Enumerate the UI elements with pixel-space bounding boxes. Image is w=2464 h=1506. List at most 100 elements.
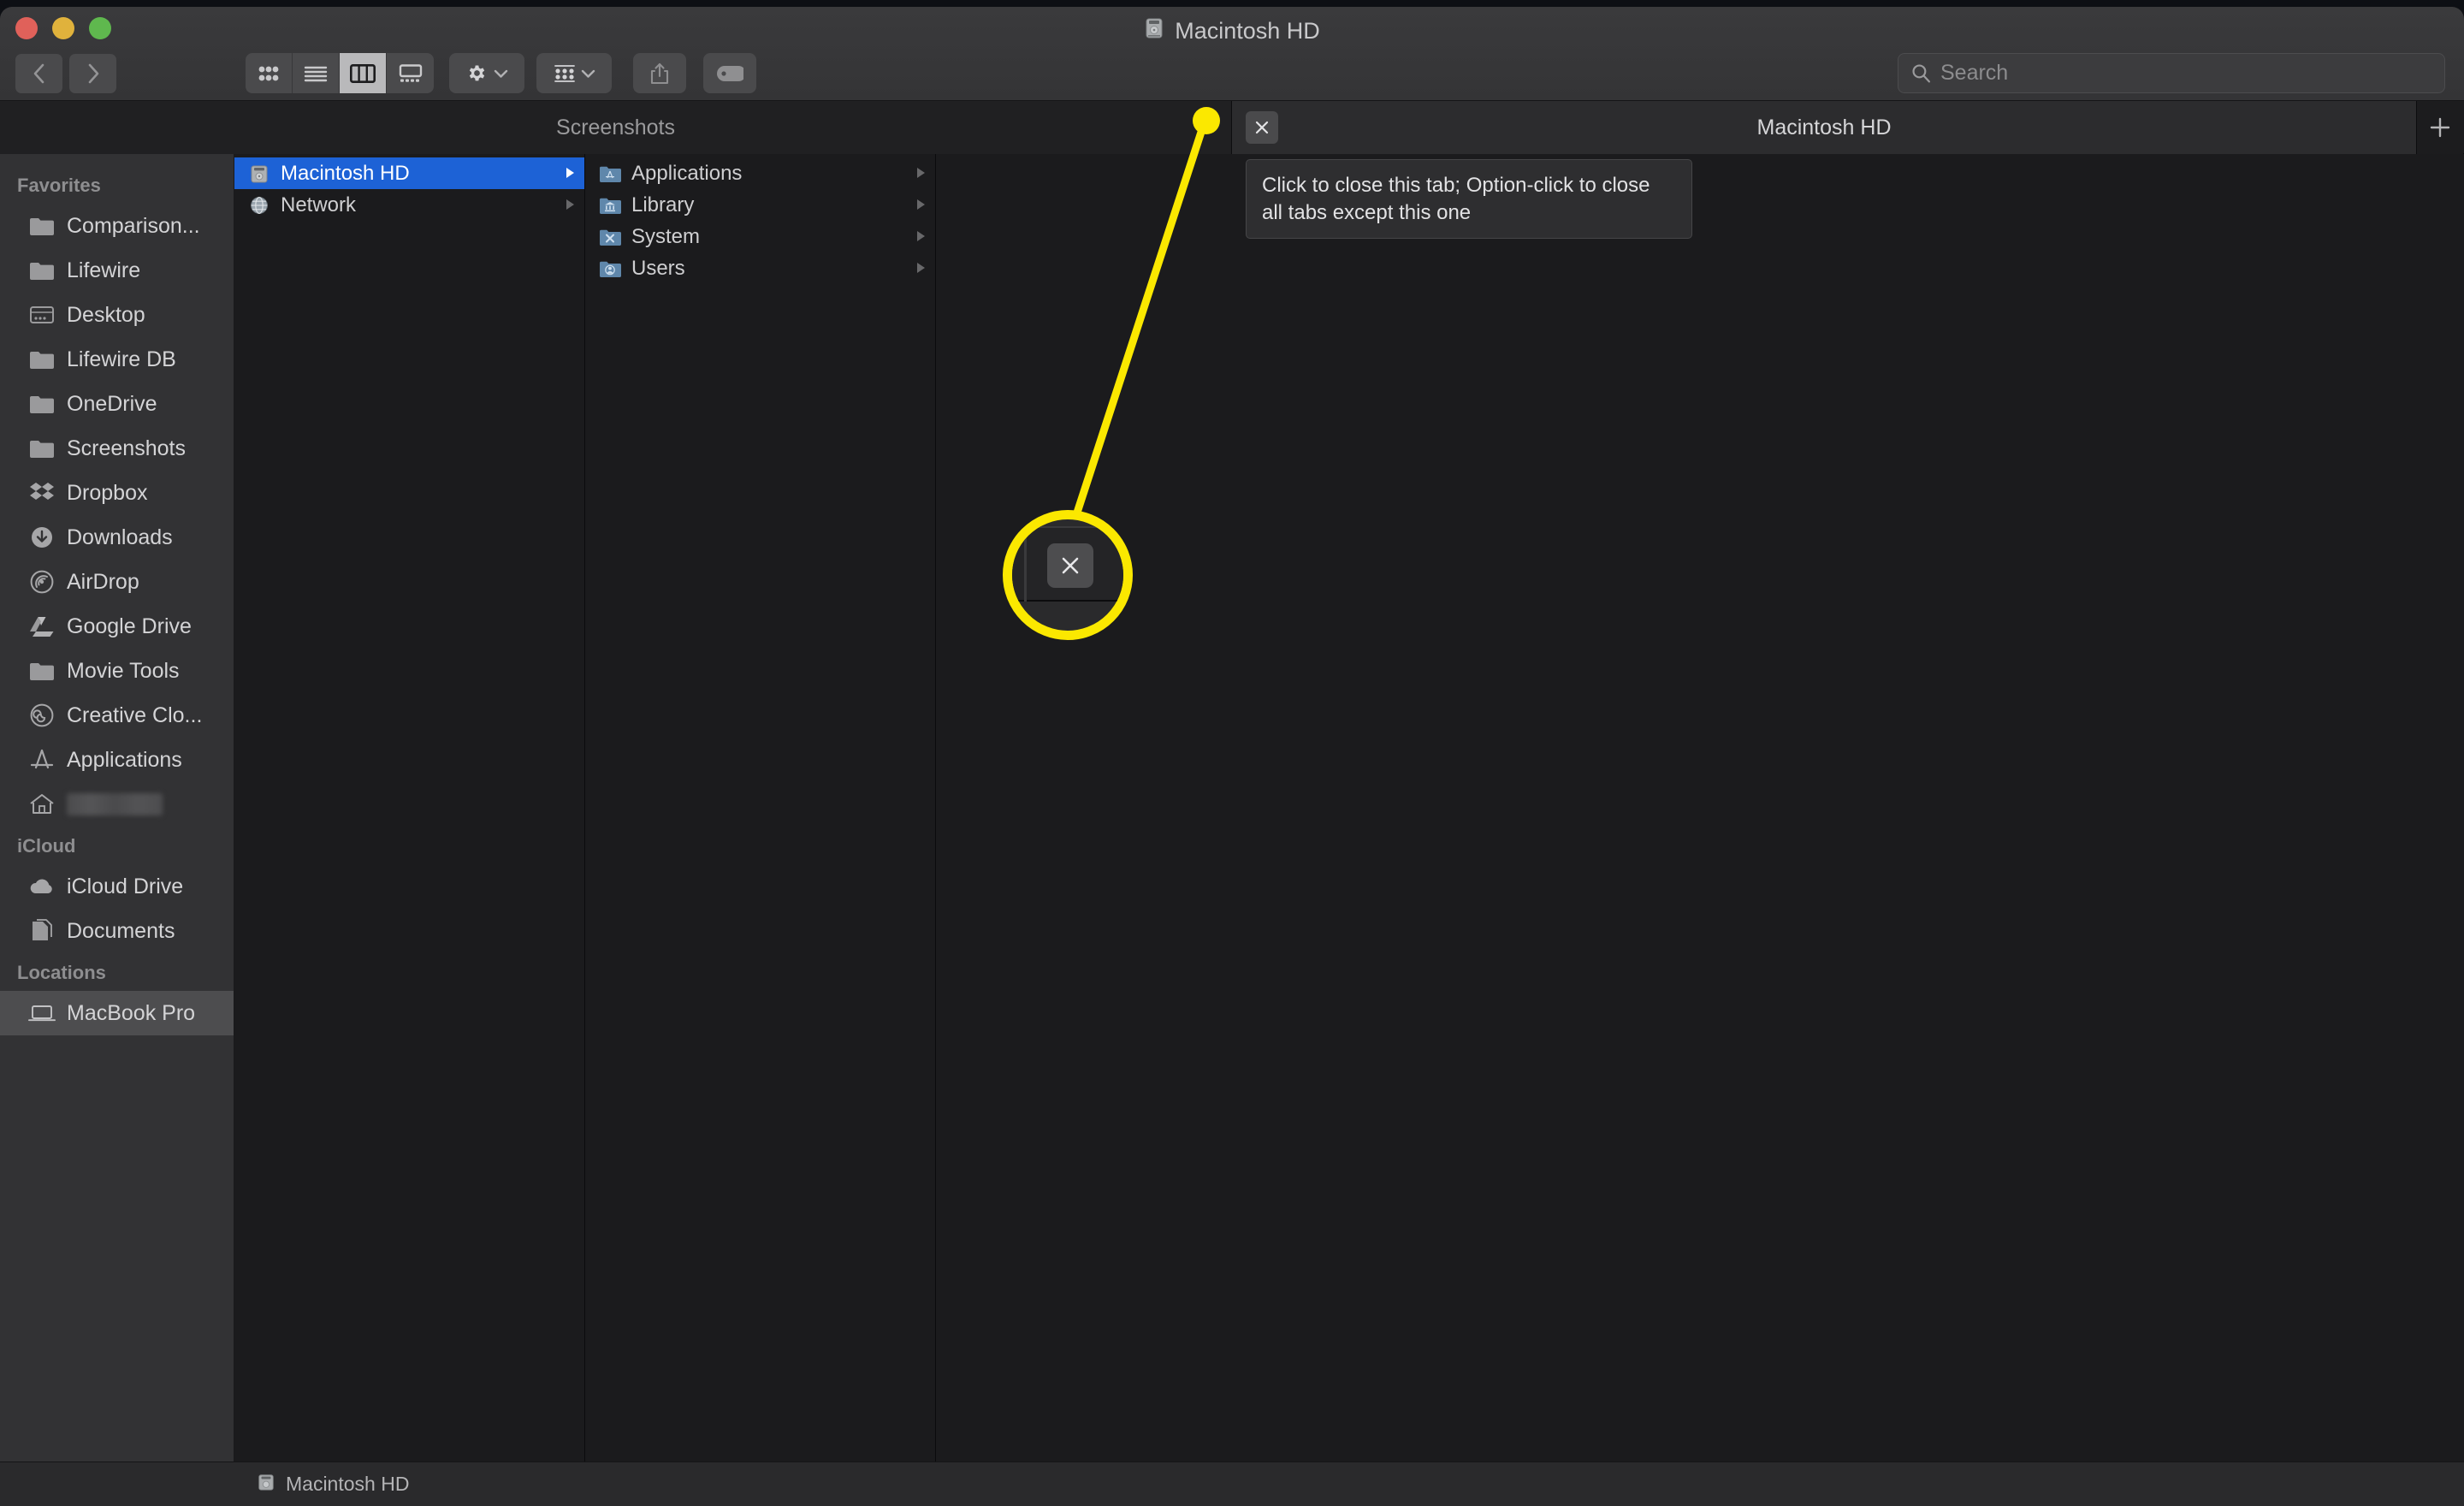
callout-tab-divider xyxy=(1024,526,1027,602)
sidebar-item-label: iCloud Drive xyxy=(67,874,184,898)
sidebar-item-google-drive[interactable]: Google Drive xyxy=(0,604,234,649)
folder-icon xyxy=(27,258,56,283)
sidebar-item-lifewire[interactable]: Lifewire xyxy=(0,248,234,293)
window-titlebar: Macintosh HD Search xyxy=(0,7,2464,101)
sidebar-item-label-redacted xyxy=(67,793,163,815)
hard-drive-icon xyxy=(246,163,272,185)
sidebar-item-icloud-drive[interactable]: iCloud Drive xyxy=(0,864,234,909)
search-field[interactable]: Search xyxy=(1898,53,2445,93)
sidebar-item-creative-cloud[interactable]: Creative Clo... xyxy=(0,693,234,738)
gallery-icon xyxy=(399,63,422,82)
sidebar-header-favorites: Favorites xyxy=(17,175,101,196)
sidebar-item-desktop[interactable]: Desktop xyxy=(0,293,234,337)
folder-icon xyxy=(27,347,56,372)
sidebar-item-label: Screenshots xyxy=(67,436,186,460)
navigation-buttons xyxy=(15,54,116,93)
sidebar-item-applications[interactable]: Applications xyxy=(0,738,234,782)
plus-icon xyxy=(2430,117,2450,138)
column-row-users[interactable]: Users xyxy=(585,252,935,284)
arrange-menu-button[interactable] xyxy=(536,53,612,93)
edit-tags-button[interactable] xyxy=(703,53,756,93)
tag-icon xyxy=(717,65,743,81)
forward-button[interactable] xyxy=(69,54,116,93)
tab-macintosh-hd[interactable]: Macintosh HD xyxy=(1232,101,2417,154)
chevron-down-icon xyxy=(581,69,595,78)
sidebar-item-label: OneDrive xyxy=(67,391,157,416)
share-button[interactable] xyxy=(633,53,686,93)
creative-cloud-icon xyxy=(27,703,56,728)
column-preview[interactable] xyxy=(936,154,2464,1462)
sidebar-item-label: Creative Clo... xyxy=(67,703,203,727)
back-button[interactable] xyxy=(15,54,62,93)
sidebar-item-lifewire-db[interactable]: Lifewire DB xyxy=(0,337,234,382)
sidebar-item-airdrop[interactable]: AirDrop xyxy=(0,560,234,604)
tab-close-button[interactable] xyxy=(1246,111,1278,144)
action-menu-button[interactable] xyxy=(449,53,524,93)
column-root[interactable]: Applications Library System Users xyxy=(585,154,936,1462)
sidebar[interactable]: Favorites Comparison... Lifewire Desktop… xyxy=(0,154,234,1462)
share-icon xyxy=(650,62,669,84)
folder-library-icon xyxy=(597,194,623,216)
airdrop-icon xyxy=(27,569,56,595)
sidebar-item-label: Applications xyxy=(67,747,182,772)
network-globe-icon xyxy=(246,194,272,216)
chevron-right-icon xyxy=(88,63,98,84)
finder-body: Favorites Comparison... Lifewire Desktop… xyxy=(0,154,2464,1462)
tab-screenshots[interactable]: Screenshots xyxy=(0,101,1232,154)
close-icon xyxy=(1255,121,1269,134)
grid-icon xyxy=(258,66,279,80)
disclosure-arrow-icon xyxy=(915,193,927,217)
column-row-label: System xyxy=(631,224,701,248)
sidebar-item-home[interactable] xyxy=(0,782,234,827)
search-placeholder: Search xyxy=(1940,61,2009,85)
sidebar-item-movie-tools[interactable]: Movie Tools xyxy=(0,649,234,693)
sidebar-item-comparison[interactable]: Comparison... xyxy=(0,204,234,248)
column-volumes[interactable]: Macintosh HD Network xyxy=(234,154,585,1462)
google-drive-icon xyxy=(27,614,56,639)
column-view-button[interactable] xyxy=(340,53,387,93)
sidebar-item-label: Movie Tools xyxy=(67,658,180,683)
folder-users-icon xyxy=(597,258,623,280)
tab-bar: Screenshots Macintosh HD xyxy=(0,101,2464,154)
column-row-library[interactable]: Library xyxy=(585,189,935,221)
column-row-macintosh-hd[interactable]: Macintosh HD xyxy=(234,157,584,189)
list-lines-icon xyxy=(304,66,328,81)
status-bar: Macintosh HD xyxy=(0,1462,2464,1506)
column-row-label: Applications xyxy=(631,161,743,185)
folder-applications-icon xyxy=(597,163,623,185)
arrange-grid-icon xyxy=(554,64,575,82)
laptop-icon xyxy=(27,1000,56,1026)
sidebar-item-label: Downloads xyxy=(67,525,173,549)
disclosure-arrow-icon xyxy=(915,162,927,186)
sidebar-item-label: Lifewire DB xyxy=(67,347,176,371)
tab-label: Screenshots xyxy=(556,115,675,139)
gallery-view-button[interactable] xyxy=(387,53,434,93)
folder-icon xyxy=(27,213,56,239)
applications-icon xyxy=(27,747,56,773)
sidebar-item-macbook-pro[interactable]: MacBook Pro xyxy=(0,991,234,1035)
callout-tab-close-button xyxy=(1047,543,1093,588)
tooltip: Click to close this tab; Option-click to… xyxy=(1246,159,1692,240)
sidebar-header-icloud: iCloud xyxy=(17,835,76,857)
sidebar-item-label: AirDrop xyxy=(67,569,139,594)
sidebar-item-label: Desktop xyxy=(67,302,145,327)
home-icon xyxy=(27,792,56,817)
new-tab-button[interactable] xyxy=(2417,101,2463,154)
sidebar-item-downloads[interactable]: Downloads xyxy=(0,515,234,560)
disclosure-arrow-icon xyxy=(915,257,927,281)
column-row-applications[interactable]: Applications xyxy=(585,157,935,189)
sidebar-item-onedrive[interactable]: OneDrive xyxy=(0,382,234,426)
chevron-down-icon xyxy=(494,69,508,78)
sidebar-item-documents[interactable]: Documents xyxy=(0,909,234,953)
sidebar-item-dropbox[interactable]: Dropbox xyxy=(0,471,234,515)
column-row-system[interactable]: System xyxy=(585,221,935,252)
column-row-network[interactable]: Network xyxy=(234,189,584,221)
column-row-label: Macintosh HD xyxy=(281,161,410,185)
tooltip-text: Click to close this tab; Option-click to… xyxy=(1262,174,1650,224)
sidebar-item-screenshots[interactable]: Screenshots xyxy=(0,426,234,471)
finder-window: Macintosh HD Search Screenshots Macintos… xyxy=(0,7,2464,1506)
icon-view-button[interactable] xyxy=(246,53,293,93)
folder-system-icon xyxy=(597,226,623,248)
list-view-button[interactable] xyxy=(293,53,340,93)
sidebar-item-label: Google Drive xyxy=(67,614,192,638)
